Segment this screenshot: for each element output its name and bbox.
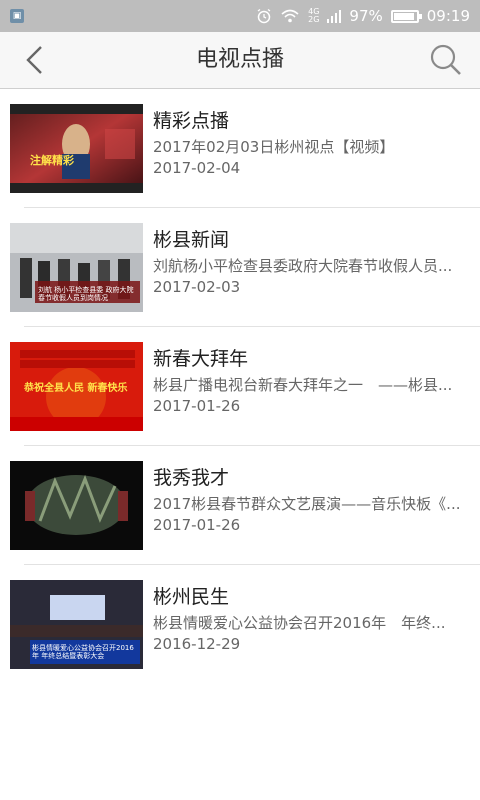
video-thumbnail: 恭祝全县人民 新春快乐 [10, 342, 143, 431]
app-notification-icon: ▣ [10, 9, 24, 23]
back-button[interactable] [14, 42, 54, 78]
item-subtitle: 刘航杨小平检查县委政府大院春节收假人员... [153, 257, 453, 275]
network-type-indicator: 4G 2G [308, 7, 320, 24]
video-thumbnail [10, 461, 143, 550]
thumbnail-caption: 注解精彩 [30, 154, 74, 167]
item-subtitle: 2017彬县春节群众文艺展演——音乐快板《... [153, 495, 461, 513]
alarm-icon [257, 8, 271, 24]
video-thumbnail: 注解精彩 [10, 104, 143, 193]
item-date: 2017-02-03 [153, 278, 241, 296]
search-button[interactable] [426, 42, 466, 78]
item-title: 新春大拜年 [153, 348, 249, 370]
search-icon [430, 44, 461, 75]
list-item[interactable]: 恭祝全县人民 新春快乐 新春大拜年 彬县广播电视台新春大拜年之一 ——彬县...… [0, 327, 480, 446]
battery-icon [390, 9, 422, 23]
chevron-left-icon [26, 46, 42, 74]
wifi-icon [281, 9, 299, 23]
signal-icon [327, 10, 342, 23]
thumbnail-caption: 刘航 杨小平检查县委 政府大院春节收假人员到岗情况 [38, 286, 134, 302]
video-thumbnail: 彬县情暖爱心公益协会召开2016年 年终总结暨表彰大会 [10, 580, 143, 669]
list-item[interactable]: 注解精彩 精彩点播 2017年02月03日彬州视点【视频】 2017-02-04 [0, 89, 480, 208]
video-thumbnail: 刘航 杨小平检查县委 政府大院春节收假人员到岗情况 [10, 223, 143, 312]
item-subtitle: 2017年02月03日彬州视点【视频】 [153, 138, 395, 156]
thumbnail-caption: 彬县情暖爱心公益协会召开2016年 年终总结暨表彰大会 [32, 644, 134, 660]
item-date: 2017-01-26 [153, 397, 241, 415]
item-date: 2017-02-04 [153, 159, 241, 177]
clock: 09:19 [426, 7, 470, 25]
item-title: 我秀我才 [153, 467, 230, 489]
item-title: 彬县新闻 [153, 229, 230, 251]
item-date: 2017-01-26 [153, 516, 241, 534]
item-subtitle: 彬县情暖爱心公益协会召开2016年 年终... [153, 614, 446, 632]
thumbnail-caption: 恭祝全县人民 新春快乐 [24, 383, 128, 394]
video-list: 注解精彩 精彩点播 2017年02月03日彬州视点【视频】 2017-02-04… [0, 89, 480, 684]
item-title: 彬州民生 [153, 586, 230, 608]
status-bar: ▣ 4G 2G 97% 09:19 [0, 0, 480, 32]
page-title: 电视点播 [195, 47, 284, 72]
list-item[interactable]: 我秀我才 2017彬县春节群众文艺展演——音乐快板《... 2017-01-26 [0, 446, 480, 565]
list-item[interactable]: 刘航 杨小平检查县委 政府大院春节收假人员到岗情况 彬县新闻 刘航杨小平检查县委… [0, 208, 480, 327]
item-title: 精彩点播 [153, 110, 230, 132]
battery-percent: 97% [349, 7, 383, 25]
item-subtitle: 彬县广播电视台新春大拜年之一 ——彬县... [153, 376, 453, 394]
list-item[interactable]: 彬县情暖爱心公益协会召开2016年 年终总结暨表彰大会 彬州民生 彬县情暖爱心公… [0, 565, 480, 684]
app-header: 电视点播 [0, 32, 480, 89]
item-date: 2016-12-29 [153, 635, 241, 653]
